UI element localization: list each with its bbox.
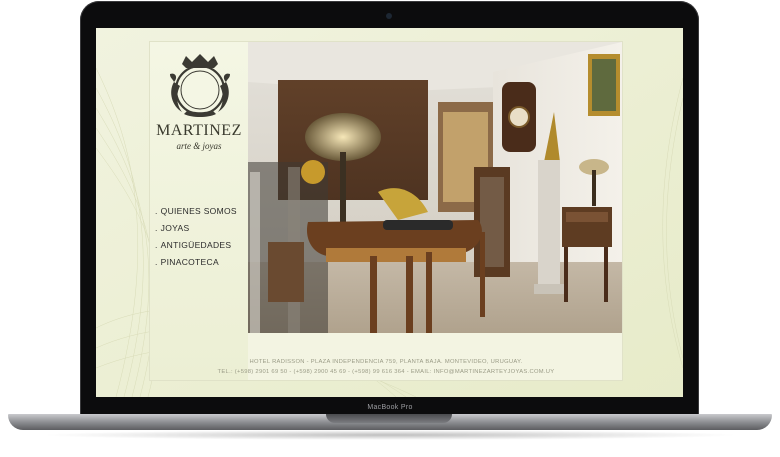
crest-logo-icon bbox=[170, 54, 230, 117]
store-interior-photo bbox=[248, 42, 622, 333]
website-frame: MARTINEZ arte & joyas . QUIENES SOMOS . JO… bbox=[150, 42, 622, 380]
footer-address: HOTEL RADISSON - PLAZA INDEPENDENCIA 759… bbox=[249, 359, 523, 365]
sidebar: MARTINEZ arte & joyas . QUIENES SOMOS . JO… bbox=[150, 42, 248, 380]
menu-item-label: QUIENES SOMOS bbox=[160, 206, 237, 216]
laptop-shadow bbox=[40, 430, 740, 440]
menu-item-joyas[interactable]: . JOYAS bbox=[155, 220, 237, 237]
menu-item-pinacoteca[interactable]: . PINACOTECA bbox=[155, 254, 237, 271]
footer: HOTEL RADISSON - PLAZA INDEPENDENCIA 759… bbox=[150, 357, 622, 377]
menu-item-antiguedades[interactable]: . ANTIGÜEDADES bbox=[155, 237, 237, 254]
menu-item-label: JOYAS bbox=[160, 223, 190, 233]
bullet-icon: . bbox=[155, 206, 158, 216]
bullet-icon: . bbox=[155, 240, 158, 250]
camera-icon bbox=[386, 13, 392, 19]
menu-item-quienes-somos[interactable]: . QUIENES SOMOS bbox=[155, 203, 237, 220]
brand-tagline: arte & joyas bbox=[176, 141, 222, 151]
footer-contact: TEL.: (+598) 2901 69 50 - (+598) 2900 45… bbox=[217, 369, 555, 375]
main-menu: . QUIENES SOMOS . JOYAS . ANTIGÜEDADES . PIN… bbox=[155, 203, 237, 271]
bullet-icon: . bbox=[155, 257, 158, 267]
device-label: MacBook Pro bbox=[367, 404, 413, 411]
laptop-base-notch bbox=[326, 414, 452, 423]
brand-name: MARTINEZ bbox=[156, 122, 242, 139]
menu-item-label: PINACOTECA bbox=[160, 257, 219, 267]
screen: MARTINEZ arte & joyas . QUIENES SOMOS . JO… bbox=[96, 28, 683, 397]
bullet-icon: . bbox=[155, 223, 158, 233]
menu-item-label: ANTIGÜEDADES bbox=[160, 240, 232, 250]
